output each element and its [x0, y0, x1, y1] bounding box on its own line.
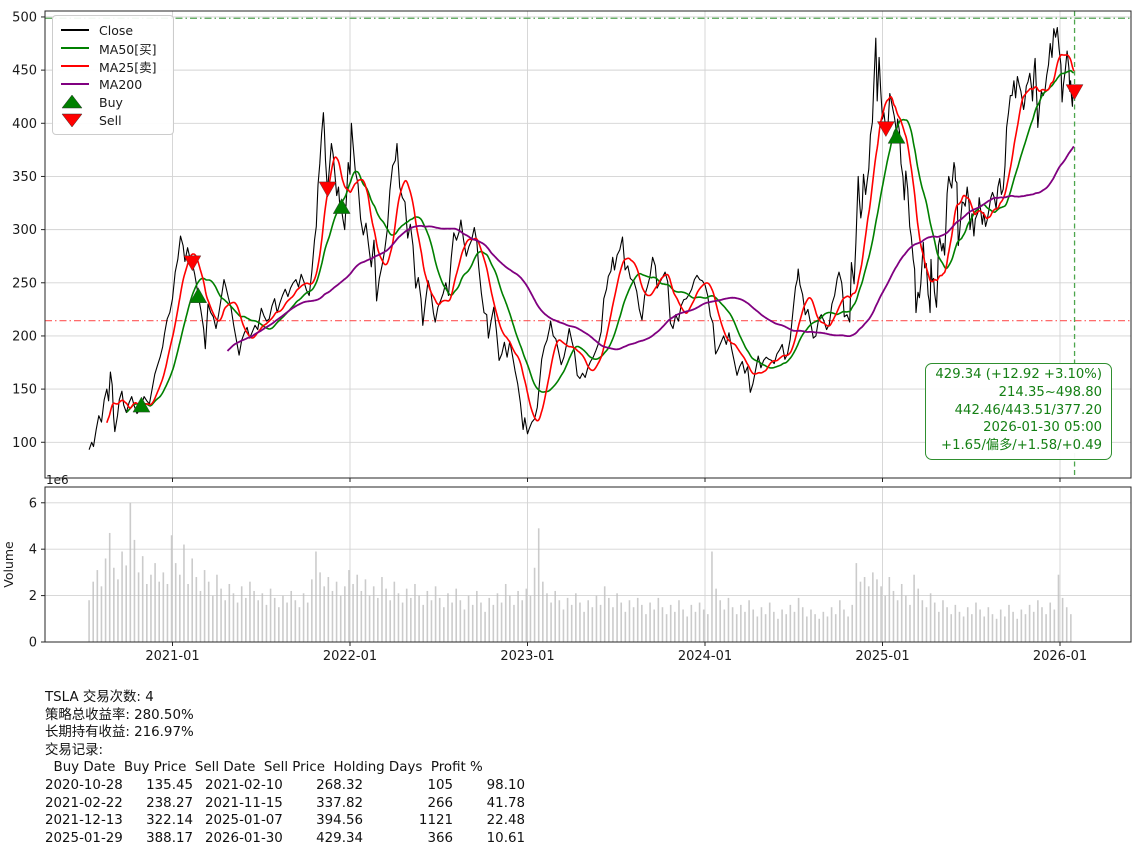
legend-item-5: Sell — [60, 111, 166, 129]
buy-marker — [888, 128, 905, 143]
volume-axis-label: Volume — [1, 541, 16, 588]
info-box-line-3: 2026-01-30 05:00 — [935, 419, 1102, 437]
triangle-up-icon — [60, 94, 90, 110]
svg-text:2026-01: 2026-01 — [1033, 649, 1087, 664]
svg-text:200: 200 — [12, 329, 37, 344]
trade-cell: 41.78 — [453, 795, 525, 813]
svg-text:2024-01: 2024-01 — [678, 649, 732, 664]
legend-item-2: MA25[卖] — [60, 57, 166, 75]
stats-line-1: 策略总收益率: 280.50% — [45, 707, 525, 725]
trade-cell: 2020-10-28 — [45, 777, 133, 795]
trade-row: 2021-12-13322.142025-01-07394.56112122.4… — [45, 812, 525, 830]
legend-label: Sell — [99, 113, 122, 128]
legend-line-sample — [60, 40, 90, 56]
volume-bars — [88, 503, 1071, 642]
legend-line-sample — [60, 76, 90, 92]
trade-row: 2025-01-29388.172026-01-30429.3436610.61 — [45, 830, 525, 848]
stats-lines: TSLA 交易次数: 4策略总收益率: 280.50%长期持有收益: 216.9… — [45, 689, 525, 759]
sell-marker — [1066, 85, 1083, 100]
svg-text:400: 400 — [12, 117, 37, 132]
trade-cell: 2021-02-10 — [193, 777, 293, 795]
sell-marker — [319, 182, 336, 197]
legend-label: MA200 — [99, 77, 142, 92]
svg-text:2022-01: 2022-01 — [323, 649, 377, 664]
info-box-line-0: 429.34 (+12.92 +3.10%) — [935, 366, 1102, 384]
trade-cell: 2021-02-22 — [45, 795, 133, 813]
info-box-line-4: +1.65/偏多/+1.58/+0.49 — [935, 437, 1102, 455]
strategy-stats: TSLA 交易次数: 4策略总收益率: 280.50%长期持有收益: 216.9… — [45, 689, 525, 847]
volume-offset-label: 1e6 — [46, 473, 69, 487]
trade-row: 2021-02-22238.272021-11-15337.8226641.78 — [45, 795, 525, 813]
buy-marker — [333, 199, 350, 214]
trade-cell: 429.34 — [293, 830, 363, 848]
trade-table: Buy Date Buy Price Sell Date Sell Price … — [45, 759, 525, 847]
legend-item-0: Close — [60, 21, 166, 39]
trade-cell: 322.14 — [133, 812, 193, 830]
trade-cell: 238.27 — [133, 795, 193, 813]
trade-table-header: Buy Date Buy Price Sell Date Sell Price … — [45, 759, 525, 777]
trade-cell: 105 — [363, 777, 453, 795]
trade-cell: 98.10 — [453, 777, 525, 795]
trade-cell: 10.61 — [453, 830, 525, 848]
legend: CloseMA50[买]MA25[卖]MA200 Buy Sell — [52, 15, 174, 135]
svg-text:150: 150 — [12, 383, 37, 398]
svg-text:6: 6 — [29, 496, 37, 511]
trade-cell: 394.56 — [293, 812, 363, 830]
trade-cell: 135.45 — [133, 777, 193, 795]
triangle-down-icon — [60, 112, 90, 128]
trade-cell: 2025-01-29 — [45, 830, 133, 848]
svg-text:500: 500 — [12, 10, 37, 25]
trade-cell: 2021-12-13 — [45, 812, 133, 830]
trade-cell: 366 — [363, 830, 453, 848]
matplotlib-figure: 2021-01 2022-01 2023-01 2024-01 2025-01 2026-… — [0, 0, 1139, 855]
legend-item-4: Buy — [60, 93, 166, 111]
trade-cell: 337.82 — [293, 795, 363, 813]
trade-cell: 268.32 — [293, 777, 363, 795]
trade-cell: 22.48 — [453, 812, 525, 830]
legend-label: Close — [99, 23, 133, 38]
legend-item-1: MA50[买] — [60, 39, 166, 57]
trade-cell: 2026-01-30 — [193, 830, 293, 848]
legend-label: MA50[买] — [99, 39, 157, 58]
trade-cell: 388.17 — [133, 830, 193, 848]
stats-line-2: 长期持有收益: 216.97% — [45, 724, 525, 742]
tick-marks — [41, 17, 1060, 646]
info-box-line-2: 442.46/443.51/377.20 — [935, 402, 1102, 420]
trade-table-rows: 2020-10-28135.452021-02-10268.3210598.10… — [45, 777, 525, 847]
svg-text:4: 4 — [29, 543, 37, 558]
trade-cell: 1121 — [363, 812, 453, 830]
legend-item-3: MA200 — [60, 75, 166, 93]
svg-text:2021-01: 2021-01 — [145, 649, 199, 664]
gridlines — [45, 11, 1131, 642]
svg-text:2023-01: 2023-01 — [500, 649, 554, 664]
trade-cell: 2021-11-15 — [193, 795, 293, 813]
svg-text:350: 350 — [12, 170, 37, 185]
svg-text:2: 2 — [29, 589, 37, 604]
svg-text:300: 300 — [12, 223, 37, 238]
legend-label: Buy — [99, 95, 123, 110]
svg-text:450: 450 — [12, 64, 37, 79]
svg-text:0: 0 — [29, 636, 37, 651]
stats-line-3: 交易记录: — [45, 742, 525, 760]
trade-cell: 2025-01-07 — [193, 812, 293, 830]
info-box-line-1: 214.35~498.80 — [935, 384, 1102, 402]
stats-line-0: TSLA 交易次数: 4 — [45, 689, 525, 707]
svg-text:2025-01: 2025-01 — [855, 649, 909, 664]
legend-line-sample — [60, 58, 90, 74]
legend-label: MA25[卖] — [99, 57, 157, 76]
trade-cell: 266 — [363, 795, 453, 813]
svg-text:100: 100 — [12, 436, 37, 451]
trade-row: 2020-10-28135.452021-02-10268.3210598.10 — [45, 777, 525, 795]
signal-info-box: 429.34 (+12.92 +3.10%)214.35~498.80442.4… — [925, 363, 1112, 460]
legend-line-sample — [60, 22, 90, 38]
svg-text:250: 250 — [12, 276, 37, 291]
